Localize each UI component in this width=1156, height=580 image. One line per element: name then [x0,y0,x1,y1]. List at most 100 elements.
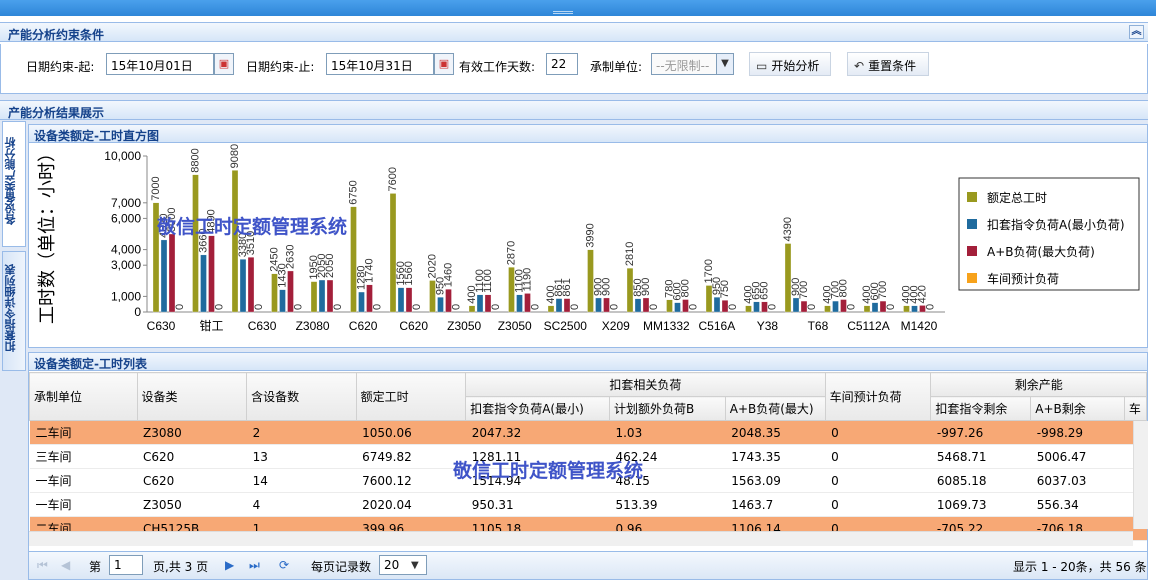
constraints-panel-title: 产能分析约束条件 [8,28,105,42]
data-label: 1460 [443,263,455,287]
last-page-icon[interactable]: ⏭ [249,558,260,573]
table-cell: Z3080 [137,420,247,445]
per-page-label: 每页记录数 [311,560,372,574]
page-input[interactable]: 1 [109,555,143,575]
chevron-down-icon[interactable]: ▼ [411,560,419,571]
chart-bar [595,297,602,313]
workdays-field[interactable]: 22 [546,53,578,75]
chevron-down-icon[interactable]: ▼ [716,53,734,75]
chart-bar [753,301,760,313]
col-header-count[interactable]: 含设备数 [246,372,357,421]
next-page-icon[interactable]: ▶ [225,558,234,572]
legend-entry: A+B负荷(最大负荷) [987,245,1095,259]
chart-bar [168,233,176,313]
col-header-rated[interactable]: 额定工时 [355,372,467,421]
splitter-grip[interactable] [553,11,573,14]
watermark-text: 敬信工时定额管理系统 [157,216,348,238]
page-total: 页,共 3 页 [153,560,209,574]
x-tick-label: Z3080 [296,319,330,333]
page-prefix: 第 [89,560,102,574]
x-tick-label: C5112A [847,319,889,333]
table-cell: 1563.09 [725,468,826,493]
vertical-tabs: 各设备类产能分析 扣套指令详细列表 [2,121,26,371]
data-label: 2870 [506,241,518,265]
data-label: 420 [917,285,929,303]
y-tick-label: 7,000 [111,196,141,210]
data-label: 2020 [427,254,439,278]
data-label: 800 [680,279,692,297]
start-analysis-label: 开始分析 [771,59,820,73]
date-start-field[interactable]: 15年10月01日 [106,53,214,75]
x-tick-label: Z3050 [447,319,481,333]
prev-page-icon[interactable]: ◀ [61,558,70,572]
collapse-icon[interactable]: ︽ [1129,25,1144,39]
data-label: 0 [569,304,581,310]
tab-order-list[interactable]: 扣套指令详细列表 [2,251,26,371]
x-tick-label: C620 [399,319,428,333]
chart-bar [824,305,831,313]
col-header-workshop[interactable]: 车间预计负荷 [824,372,932,421]
chart-bar [863,305,871,313]
table-cell: 6085.18 [930,468,1031,493]
col-header-load-a[interactable]: 扣套指令负荷A(最小) [465,396,610,421]
data-label: 0 [648,304,660,310]
unit-select[interactable]: --无限制-- [651,53,717,75]
table-cell: 1.03 [609,420,726,445]
table-cell: 0 [825,420,931,445]
chart-bar [674,302,681,313]
table-cell: 7600.12 [356,468,466,493]
results-panel-header: 产能分析结果展示 [0,100,1148,120]
grid-panel: 设备类额定-工时列表 承制单位 设备类 含设备数 额定工时 扣套相关负荷 车间预… [28,352,1148,580]
data-label: 1560 [403,261,415,285]
col-header-device[interactable]: 设备类 [136,372,248,421]
table-cell: 2020.04 [356,492,466,517]
refresh-icon[interactable]: ⟳ [279,558,289,572]
table-row[interactable]: 一车间 Z3050 4 2020.04 950.31 513.39 1463.7 0 1069.… [29,492,1147,517]
data-label: 1100 [482,269,494,293]
table-cell: 14 [246,468,357,493]
y-tick-label: 6,000 [111,211,141,225]
data-label: 0 [253,304,265,310]
chart-bar [350,206,357,313]
chart-bar [745,305,752,313]
x-tick-label: 钳工 [200,319,224,333]
x-tick-label: SC2500 [544,319,588,333]
data-label: 900 [640,278,652,296]
table-cell: 1463.7 [725,492,826,517]
col-header-load-b[interactable]: 计划额外负荷B [608,396,726,421]
tab-device-capacity[interactable]: 各设备类产能分析 [2,121,26,247]
data-label: 861 [561,278,573,296]
data-label: 0 [411,304,423,310]
vertical-scrollbar[interactable] [1133,421,1148,529]
chart-bar [437,297,444,313]
chart-bar [516,294,523,313]
chart-panel: 设备类额定-工时直方图 0 1,000 3,000 4,000 6,000 7,000 10… [28,124,1148,348]
table-row[interactable]: 二车间 Z3080 2 1050.06 2047.32 1.03 2048.35 0 -997.… [29,420,1147,445]
date-end-field[interactable]: 15年10月31日 [326,53,434,75]
table-cell: 一车间 [29,468,138,493]
col-header-extra[interactable]: 车 [1123,396,1148,421]
data-label: 0 [688,304,700,310]
table-cell: C620 [137,444,247,469]
calendar-icon[interactable]: ▣ [434,53,454,75]
col-header-remain-ab[interactable]: A+B剩余 [1030,396,1125,421]
table-cell: -998.29 [1030,420,1125,445]
first-page-icon[interactable]: ⏮ [37,558,48,573]
data-label: 1740 [364,258,376,282]
col-header-remain-a[interactable]: 扣套指令剩余 [930,396,1032,421]
reset-label: 重置条件 [868,59,917,73]
x-tick-label: C620 [349,319,378,333]
col-header-load-ab[interactable]: A+B负荷(最大) [724,396,826,421]
reset-button[interactable]: ↶ 重置条件 [847,52,929,76]
undo-icon: ↶ [854,59,865,73]
per-page-select[interactable]: 20 [379,555,427,575]
data-label: 7600 [387,167,399,191]
col-header-unit[interactable]: 承制单位 [29,372,138,421]
calendar-icon[interactable]: ▣ [214,53,234,75]
chart-bar [903,305,910,313]
horizontal-scrollbar[interactable] [29,531,1133,546]
chart-bar [397,287,405,313]
chart-bar [279,289,286,313]
start-analysis-button[interactable]: ▭ 开始分析 [749,52,831,76]
legend-entry: 额定总工时 [987,190,1047,205]
